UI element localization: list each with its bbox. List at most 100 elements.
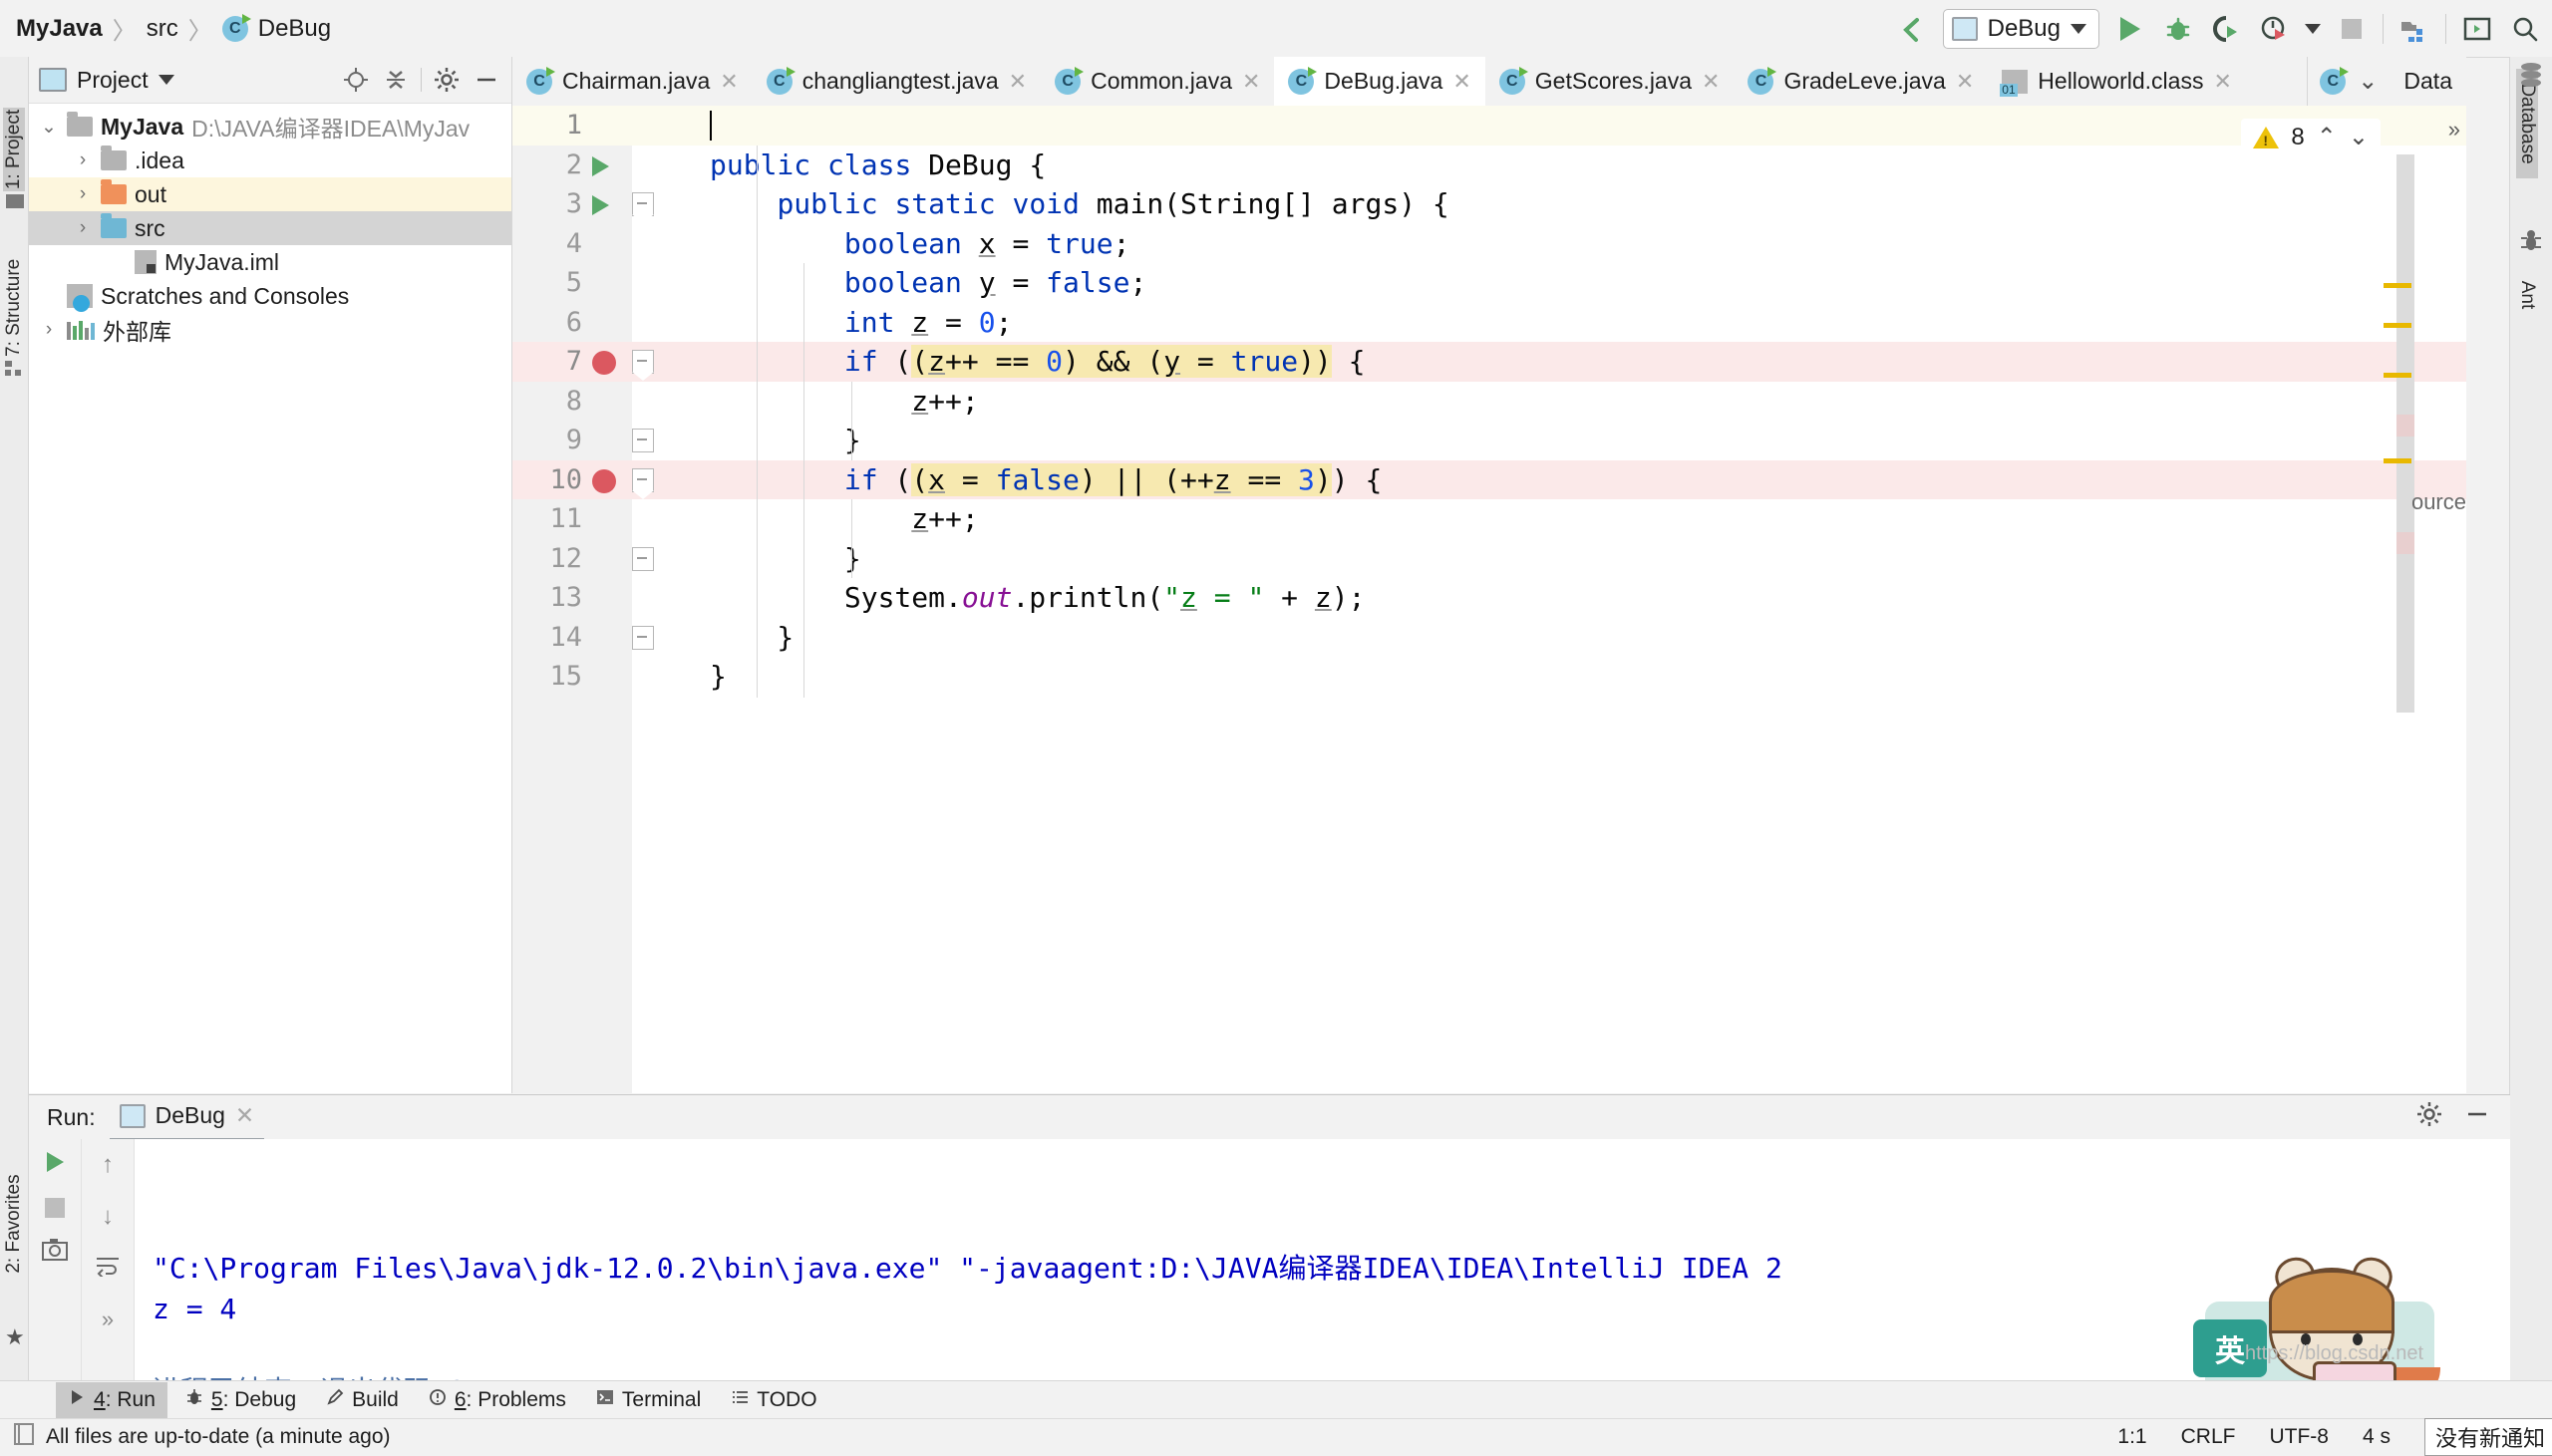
code-line-10[interactable]: 10 if ((x = false) || (++z == 3)) { xyxy=(512,459,2466,499)
sidebar-item-structure[interactable]: 7: Structure xyxy=(3,259,25,357)
inspection-widget[interactable]: 8 ⌃ ⌄ xyxy=(2241,119,2381,155)
gutter-icons[interactable] xyxy=(588,657,708,697)
close-icon[interactable]: ✕ xyxy=(1956,69,1974,95)
close-icon[interactable]: ✕ xyxy=(1702,69,1720,95)
code-text[interactable]: System.out.println("z = " + z); xyxy=(710,578,2466,618)
tree-node-MyJava.iml[interactable]: MyJava.iml xyxy=(29,245,511,279)
code-text[interactable]: } xyxy=(710,618,2466,658)
editor-tab-Common.java[interactable]: Common.java ✕ xyxy=(1041,57,1274,106)
debug-bug-icon[interactable] xyxy=(2161,12,2195,46)
editor-tab-DeBug.java[interactable]: DeBug.java ✕ xyxy=(1274,57,1485,109)
project-structure-icon[interactable] xyxy=(2397,12,2431,46)
chevron-up-icon[interactable]: ⌃ xyxy=(2317,123,2337,151)
warning-marker[interactable] xyxy=(2384,283,2411,288)
code-text[interactable]: public static void main(String[] args) { xyxy=(710,184,2466,224)
gutter-icons[interactable] xyxy=(588,303,708,343)
profiler-icon[interactable] xyxy=(2257,12,2291,46)
code-text[interactable]: if ((z++ == 0) && (y = true)) { xyxy=(710,342,2466,382)
bottom-tab-problems[interactable]: 6: Problems xyxy=(417,1382,578,1418)
code-text[interactable]: public class DeBug { xyxy=(710,146,2466,185)
editor-tabs-overflow[interactable]: ⌄ xyxy=(2307,57,2390,106)
stop-icon[interactable] xyxy=(45,1198,65,1218)
code-line-7[interactable]: 7 if ((z++ == 0) && (y = true)) { xyxy=(512,342,2466,382)
code-line-6[interactable]: 6 int z = 0; xyxy=(512,303,2466,343)
close-icon[interactable]: ✕ xyxy=(720,69,738,95)
profiler-dropdown-chevron-down-icon[interactable] xyxy=(2305,23,2321,34)
fold-marker-icon[interactable] xyxy=(632,192,654,223)
editor-tab-Helloworld.class[interactable]: Helloworld.class ✕ xyxy=(1988,57,2246,106)
code-line-3[interactable]: 3 public static void main(String[] args)… xyxy=(512,184,2466,224)
collapse-editor-icon[interactable]: » xyxy=(2448,117,2460,143)
gear-icon[interactable] xyxy=(2416,1101,2442,1133)
sidebar-item-project[interactable]: 1: Project xyxy=(3,108,25,191)
bottom-tab-debug[interactable]: 5: Debug xyxy=(173,1382,308,1418)
disclosure-triangle-icon[interactable]: › xyxy=(73,183,93,205)
breakpoint-icon[interactable] xyxy=(592,468,616,493)
gutter-icons[interactable] xyxy=(588,616,708,658)
code-text[interactable]: boolean y = false; xyxy=(710,263,2466,303)
gutter-icons[interactable] xyxy=(588,342,708,382)
breakpoint-marker[interactable] xyxy=(2396,532,2414,554)
terminal-icon[interactable] xyxy=(2460,12,2494,46)
run-gutter-icon[interactable] xyxy=(592,195,609,215)
close-icon[interactable]: ✕ xyxy=(235,1102,254,1129)
chevron-down-icon[interactable]: ⌄ xyxy=(2358,67,2378,96)
chevron-down-icon[interactable]: ⌄ xyxy=(2349,123,2369,151)
gutter-icons[interactable] xyxy=(588,184,708,224)
code-line-11[interactable]: 11 z++; xyxy=(512,499,2466,539)
close-icon[interactable]: ✕ xyxy=(2213,69,2231,95)
code-editor[interactable]: 1 2 public class DeBug {3 public static vo… xyxy=(512,106,2466,1093)
chevron-down-icon[interactable] xyxy=(2071,23,2086,34)
fold-marker-icon[interactable] xyxy=(632,537,654,571)
gutter-icons[interactable] xyxy=(588,263,708,303)
code-line-12[interactable]: 12 } xyxy=(512,537,2466,579)
search-icon[interactable] xyxy=(2508,12,2542,46)
sidebar-item-favorites[interactable]: 2: Favorites xyxy=(3,1154,25,1294)
gear-icon[interactable] xyxy=(432,65,462,95)
minimize-icon[interactable] xyxy=(2464,1101,2490,1133)
locate-icon[interactable] xyxy=(341,65,371,95)
code-text[interactable]: z++; xyxy=(710,382,2466,422)
code-line-15[interactable]: 15} xyxy=(512,657,2466,697)
star-icon[interactable]: ★ xyxy=(5,1324,25,1350)
run-icon[interactable] xyxy=(2113,12,2147,46)
indent-setting[interactable]: 4 s xyxy=(2363,1425,2391,1449)
stop-icon[interactable] xyxy=(2335,12,2369,46)
code-line-14[interactable]: 14 } xyxy=(512,616,2466,658)
breadcrumb-item-file[interactable]: DeBug xyxy=(258,15,331,43)
warning-marker[interactable] xyxy=(2384,458,2411,463)
gutter-icons[interactable] xyxy=(588,382,708,422)
gutter-icons[interactable] xyxy=(588,146,708,185)
breadcrumb-item-src[interactable]: src xyxy=(147,15,178,43)
gutter-icons[interactable] xyxy=(588,420,708,460)
disclosure-triangle-icon[interactable]: › xyxy=(73,149,93,171)
disclosure-triangle-icon[interactable]: › xyxy=(39,319,59,341)
gutter-icons[interactable] xyxy=(588,578,708,618)
gutter-icons[interactable] xyxy=(588,224,708,264)
tree-node-out[interactable]: › out xyxy=(29,177,511,211)
file-encoding[interactable]: UTF-8 xyxy=(2269,1425,2329,1449)
bottom-tab-terminal[interactable]: Terminal xyxy=(584,1382,713,1418)
disclosure-triangle-icon[interactable]: ⌄ xyxy=(39,116,59,139)
run-coverage-icon[interactable] xyxy=(2209,12,2243,46)
close-icon[interactable]: ✕ xyxy=(1452,69,1470,95)
line-separator[interactable]: CRLF xyxy=(2181,1425,2236,1449)
code-line-5[interactable]: 5 boolean y = false; xyxy=(512,263,2466,303)
code-line-1[interactable]: 1 xyxy=(512,106,2466,146)
soft-wrap-icon[interactable] xyxy=(95,1255,121,1283)
run-tab-debug[interactable]: DeBug ✕ xyxy=(109,1094,265,1141)
close-icon[interactable]: ✕ xyxy=(1009,69,1027,95)
code-text[interactable]: } xyxy=(710,539,2466,579)
caret-position[interactable]: 1:1 xyxy=(2117,1425,2146,1449)
chevron-down-icon[interactable] xyxy=(158,75,174,85)
code-text[interactable]: boolean x = true; xyxy=(710,224,2466,264)
code-text[interactable]: z++; xyxy=(710,499,2466,539)
code-text[interactable] xyxy=(710,106,2466,146)
rerun-icon[interactable] xyxy=(46,1151,64,1178)
notification-popup[interactable]: 没有新通知 xyxy=(2423,1418,2552,1456)
tree-node-外部库[interactable]: › 外部库 xyxy=(29,313,511,347)
code-line-4[interactable]: 4 boolean x = true; xyxy=(512,224,2466,264)
collapse-all-icon[interactable] xyxy=(381,65,411,95)
fold-marker-icon[interactable] xyxy=(632,467,654,499)
code-text[interactable]: } xyxy=(710,657,2466,697)
